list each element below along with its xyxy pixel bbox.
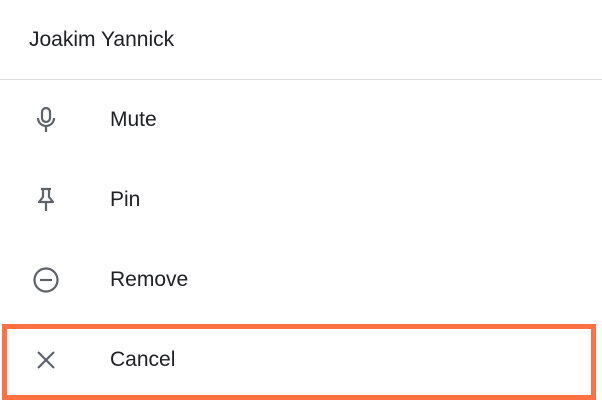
pin-menu-item[interactable]: Pin [0,160,602,240]
cancel-menu-item[interactable]: Cancel [0,320,602,400]
remove-circle-icon [30,264,62,296]
close-icon [30,344,62,376]
participant-action-sheet: Joakim Yannick Mute Pin Remove Cancel [0,0,602,405]
microphone-icon [30,104,62,136]
participant-name: Joakim Yannick [29,27,175,51]
sheet-header: Joakim Yannick [0,0,602,80]
pin-label: Pin [110,188,141,211]
remove-menu-item[interactable]: Remove [0,240,602,320]
mute-menu-item[interactable]: Mute [0,80,602,160]
participant-menu: Mute Pin Remove Cancel [0,80,602,400]
remove-label: Remove [110,268,189,291]
cancel-label: Cancel [110,348,176,371]
pin-icon [30,184,62,216]
mute-label: Mute [110,108,157,131]
